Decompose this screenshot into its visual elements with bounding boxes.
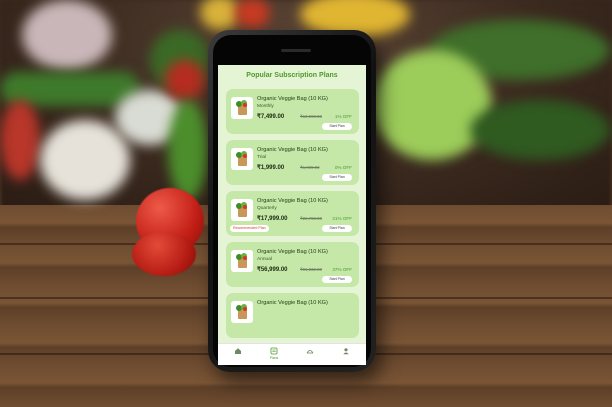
plan-price: ₹1,999.00: [257, 165, 285, 171]
start-plan-button[interactable]: Start Plan: [322, 225, 352, 232]
plan-discount: 37% OFF: [332, 267, 352, 272]
smartphone: Popular Subscription Plans Organic Veggi…: [208, 30, 376, 372]
veggie-bag-image: [231, 250, 253, 272]
plan-price: ₹7,499.00: [257, 114, 285, 120]
plan-discount: 21% OFF: [332, 216, 352, 221]
plan-old-price: ₹10,998.00: [300, 114, 322, 119]
tab-profile[interactable]: [332, 347, 360, 363]
onion-blur: [22, 0, 112, 70]
plan-old-price: ₹91,032.00: [300, 267, 322, 272]
tab-plans[interactable]: Plans: [260, 347, 288, 363]
page-title: Popular Subscription Plans: [246, 72, 338, 79]
plan-period: Annual: [257, 257, 272, 262]
tomato-shape: [243, 154, 247, 158]
orders-icon: [306, 350, 314, 354]
start-plan-button[interactable]: Start Plan: [322, 174, 352, 181]
plan-name: Organic Veggie Bag (10 KG): [257, 300, 328, 306]
plan-card[interactable]: Organic Veggie Bag (10 KG) Trial ₹1,999.…: [226, 140, 359, 185]
veggie-bag-image: [231, 97, 253, 119]
plan-card[interactable]: Organic Veggie Bag (10 KG) Annual ₹56,99…: [226, 242, 359, 287]
cabbage-blur: [372, 50, 492, 160]
plans-icon: [270, 347, 278, 355]
green-pepper-blur: [168, 100, 208, 200]
plan-old-price: ₹1,999.00: [300, 165, 320, 170]
home-icon: [235, 348, 241, 354]
plan-period: Monthly: [257, 104, 274, 109]
greens-blur: [470, 100, 610, 160]
veggie-bag-image: [231, 301, 253, 323]
tab-orders[interactable]: [296, 347, 324, 363]
profile-icon: [343, 348, 349, 355]
veggie-bag-image: [231, 148, 253, 170]
garlic-blur: [40, 120, 130, 200]
tomato-shape: [243, 103, 247, 107]
plan-name: Organic Veggie Bag (10 KG): [257, 198, 328, 204]
bottom-tab-bar: Plans: [218, 343, 366, 365]
tab-label: Plans: [269, 356, 279, 360]
tab-home[interactable]: [224, 347, 252, 363]
plan-name: Organic Veggie Bag (10 KG): [257, 147, 328, 153]
veggie-bag-image: [231, 199, 253, 221]
plan-discount: 1% OFF: [334, 114, 352, 119]
plan-name: Organic Veggie Bag (10 KG): [257, 96, 328, 102]
plan-period: Quarterly: [257, 206, 277, 211]
recommended-badge: Recommended Plan: [230, 225, 269, 232]
plan-name: Organic Veggie Bag (10 KG): [257, 249, 328, 255]
tomato-blur: [165, 60, 205, 100]
tomato-shape: [243, 205, 247, 209]
red-pepper-blur: [0, 100, 40, 180]
tomato-front: [132, 232, 196, 276]
tomato-shape: [243, 256, 247, 260]
plan-discount: 0% OFF: [334, 165, 352, 170]
app-screen: Popular Subscription Plans Organic Veggi…: [218, 65, 366, 365]
plan-period: Trial: [257, 155, 267, 160]
start-plan-button[interactable]: Start Plan: [322, 123, 352, 130]
plan-card[interactable]: Organic Veggie Bag (10 KG): [226, 293, 359, 338]
plan-old-price: ₹22,788.00: [300, 216, 322, 221]
start-plan-button[interactable]: Start Plan: [322, 276, 352, 283]
phone-speaker: [281, 49, 311, 52]
plan-card[interactable]: Organic Veggie Bag (10 KG) Monthly ₹7,49…: [226, 89, 359, 134]
plan-price: ₹56,999.00: [257, 267, 288, 273]
plan-card[interactable]: Organic Veggie Bag (10 KG) Quarterly ₹17…: [226, 191, 359, 236]
tomato-shape: [243, 307, 247, 311]
plan-price: ₹17,999.00: [257, 216, 288, 222]
